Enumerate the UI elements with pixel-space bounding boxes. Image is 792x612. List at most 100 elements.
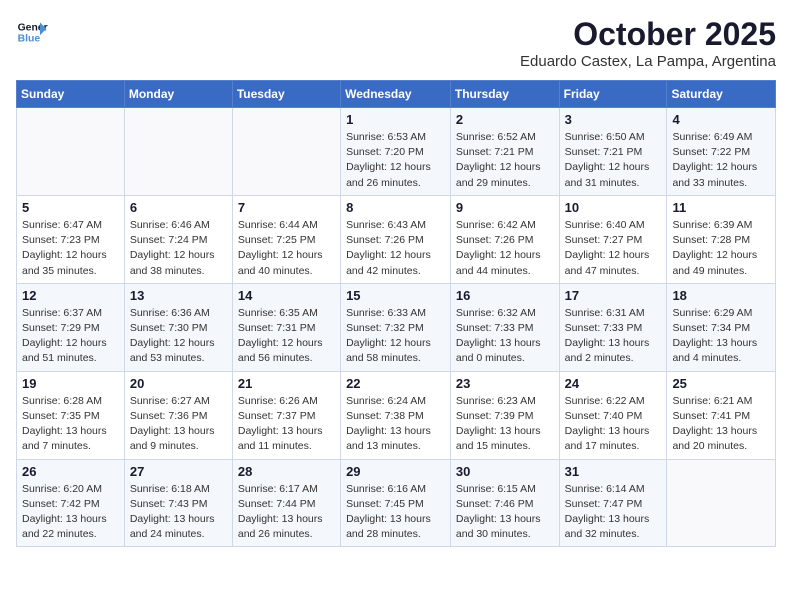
day-info: Sunrise: 6:23 AM Sunset: 7:39 PM Dayligh… bbox=[456, 394, 554, 455]
calendar-cell: 8 Sunrise: 6:43 AM Sunset: 7:26 PM Daylig… bbox=[341, 195, 451, 283]
day-info: Sunrise: 6:31 AM Sunset: 7:33 PM Dayligh… bbox=[565, 306, 662, 367]
calendar-cell: 26 Sunrise: 6:20 AM Sunset: 7:42 PM Dayli… bbox=[17, 459, 125, 547]
day-info: Sunrise: 6:40 AM Sunset: 7:27 PM Dayligh… bbox=[565, 218, 662, 279]
day-number: 29 bbox=[346, 464, 445, 479]
calendar-cell: 5 Sunrise: 6:47 AM Sunset: 7:23 PM Daylig… bbox=[17, 195, 125, 283]
calendar-cell bbox=[232, 108, 340, 196]
day-info: Sunrise: 6:18 AM Sunset: 7:43 PM Dayligh… bbox=[130, 482, 227, 543]
calendar-cell: 24 Sunrise: 6:22 AM Sunset: 7:40 PM Dayli… bbox=[559, 371, 667, 459]
day-number: 25 bbox=[672, 376, 770, 391]
day-number: 6 bbox=[130, 200, 227, 215]
calendar-cell: 7 Sunrise: 6:44 AM Sunset: 7:25 PM Daylig… bbox=[232, 195, 340, 283]
day-info: Sunrise: 6:32 AM Sunset: 7:33 PM Dayligh… bbox=[456, 306, 554, 367]
calendar-header-row: SundayMondayTuesdayWednesdayThursdayFrid… bbox=[17, 81, 776, 108]
day-info: Sunrise: 6:24 AM Sunset: 7:38 PM Dayligh… bbox=[346, 394, 445, 455]
day-number: 20 bbox=[130, 376, 227, 391]
calendar-cell: 17 Sunrise: 6:31 AM Sunset: 7:33 PM Dayli… bbox=[559, 283, 667, 371]
day-info: Sunrise: 6:21 AM Sunset: 7:41 PM Dayligh… bbox=[672, 394, 770, 455]
day-info: Sunrise: 6:36 AM Sunset: 7:30 PM Dayligh… bbox=[130, 306, 227, 367]
day-number: 5 bbox=[22, 200, 119, 215]
day-info: Sunrise: 6:17 AM Sunset: 7:44 PM Dayligh… bbox=[238, 482, 335, 543]
day-info: Sunrise: 6:42 AM Sunset: 7:26 PM Dayligh… bbox=[456, 218, 554, 279]
day-info: Sunrise: 6:47 AM Sunset: 7:23 PM Dayligh… bbox=[22, 218, 119, 279]
day-number: 18 bbox=[672, 288, 770, 303]
calendar-week-row: 1Sunrise: 6:53 AM Sunset: 7:20 PM Daylig… bbox=[17, 108, 776, 196]
day-info: Sunrise: 6:43 AM Sunset: 7:26 PM Dayligh… bbox=[346, 218, 445, 279]
calendar-cell: 20 Sunrise: 6:27 AM Sunset: 7:36 PM Dayli… bbox=[124, 371, 232, 459]
day-number: 7 bbox=[238, 200, 335, 215]
day-number: 12 bbox=[22, 288, 119, 303]
header-cell-friday: Friday bbox=[559, 81, 667, 108]
day-number: 23 bbox=[456, 376, 554, 391]
calendar-cell: 18 Sunrise: 6:29 AM Sunset: 7:34 PM Dayli… bbox=[667, 283, 776, 371]
calendar-cell: 14Sunrise: 6:35 AM Sunset: 7:31 PM Dayli… bbox=[232, 283, 340, 371]
calendar-cell bbox=[17, 108, 125, 196]
day-number: 8 bbox=[346, 200, 445, 215]
day-number: 22 bbox=[346, 376, 445, 391]
day-number: 31 bbox=[565, 464, 662, 479]
day-info: Sunrise: 6:50 AM Sunset: 7:21 PM Dayligh… bbox=[565, 130, 662, 191]
header-cell-sunday: Sunday bbox=[17, 81, 125, 108]
day-number: 3 bbox=[565, 112, 662, 127]
day-number: 27 bbox=[130, 464, 227, 479]
calendar-cell: 9 Sunrise: 6:42 AM Sunset: 7:26 PM Daylig… bbox=[450, 195, 559, 283]
day-info: Sunrise: 6:44 AM Sunset: 7:25 PM Dayligh… bbox=[238, 218, 335, 279]
day-number: 16 bbox=[456, 288, 554, 303]
calendar-cell: 27 Sunrise: 6:18 AM Sunset: 7:43 PM Dayli… bbox=[124, 459, 232, 547]
calendar-cell bbox=[124, 108, 232, 196]
day-number: 1 bbox=[346, 112, 445, 127]
day-info: Sunrise: 6:22 AM Sunset: 7:40 PM Dayligh… bbox=[565, 394, 662, 455]
day-number: 21 bbox=[238, 376, 335, 391]
day-info: Sunrise: 6:26 AM Sunset: 7:37 PM Dayligh… bbox=[238, 394, 335, 455]
day-number: 2 bbox=[456, 112, 554, 127]
calendar-cell bbox=[667, 459, 776, 547]
day-info: Sunrise: 6:49 AM Sunset: 7:22 PM Dayligh… bbox=[672, 130, 770, 191]
title-area: October 2025 Eduardo Castex, La Pampa, A… bbox=[520, 16, 776, 70]
day-info: Sunrise: 6:15 AM Sunset: 7:46 PM Dayligh… bbox=[456, 482, 554, 543]
header-cell-wednesday: Wednesday bbox=[341, 81, 451, 108]
calendar-cell: 19Sunrise: 6:28 AM Sunset: 7:35 PM Dayli… bbox=[17, 371, 125, 459]
calendar-week-row: 26 Sunrise: 6:20 AM Sunset: 7:42 PM Dayli… bbox=[17, 459, 776, 547]
calendar-cell: 22 Sunrise: 6:24 AM Sunset: 7:38 PM Dayli… bbox=[341, 371, 451, 459]
calendar-cell: 13Sunrise: 6:36 AM Sunset: 7:30 PM Dayli… bbox=[124, 283, 232, 371]
day-number: 28 bbox=[238, 464, 335, 479]
month-title: October 2025 bbox=[520, 16, 776, 53]
day-info: Sunrise: 6:27 AM Sunset: 7:36 PM Dayligh… bbox=[130, 394, 227, 455]
calendar-cell: 1Sunrise: 6:53 AM Sunset: 7:20 PM Daylig… bbox=[341, 108, 451, 196]
day-info: Sunrise: 6:46 AM Sunset: 7:24 PM Dayligh… bbox=[130, 218, 227, 279]
calendar-cell: 31Sunrise: 6:14 AM Sunset: 7:47 PM Dayli… bbox=[559, 459, 667, 547]
day-number: 17 bbox=[565, 288, 662, 303]
calendar-cell: 11 Sunrise: 6:39 AM Sunset: 7:28 PM Dayli… bbox=[667, 195, 776, 283]
logo-icon: General Blue bbox=[16, 16, 48, 48]
calendar-cell: 6 Sunrise: 6:46 AM Sunset: 7:24 PM Daylig… bbox=[124, 195, 232, 283]
calendar-cell: 10 Sunrise: 6:40 AM Sunset: 7:27 PM Dayli… bbox=[559, 195, 667, 283]
header: General Blue October 2025 Eduardo Castex… bbox=[16, 16, 776, 70]
location-title: Eduardo Castex, La Pampa, Argentina bbox=[520, 53, 776, 70]
calendar-cell: 21 Sunrise: 6:26 AM Sunset: 7:37 PM Dayli… bbox=[232, 371, 340, 459]
day-number: 9 bbox=[456, 200, 554, 215]
calendar-cell: 16 Sunrise: 6:32 AM Sunset: 7:33 PM Dayli… bbox=[450, 283, 559, 371]
day-info: Sunrise: 6:35 AM Sunset: 7:31 PM Dayligh… bbox=[238, 306, 335, 367]
day-number: 26 bbox=[22, 464, 119, 479]
day-info: Sunrise: 6:29 AM Sunset: 7:34 PM Dayligh… bbox=[672, 306, 770, 367]
day-number: 10 bbox=[565, 200, 662, 215]
calendar-cell: 15Sunrise: 6:33 AM Sunset: 7:32 PM Dayli… bbox=[341, 283, 451, 371]
calendar-cell: 4Sunrise: 6:49 AM Sunset: 7:22 PM Daylig… bbox=[667, 108, 776, 196]
calendar-cell: 23 Sunrise: 6:23 AM Sunset: 7:39 PM Dayli… bbox=[450, 371, 559, 459]
day-info: Sunrise: 6:20 AM Sunset: 7:42 PM Dayligh… bbox=[22, 482, 119, 543]
header-cell-thursday: Thursday bbox=[450, 81, 559, 108]
header-cell-saturday: Saturday bbox=[667, 81, 776, 108]
calendar-cell: 30Sunrise: 6:15 AM Sunset: 7:46 PM Dayli… bbox=[450, 459, 559, 547]
calendar-cell: 29Sunrise: 6:16 AM Sunset: 7:45 PM Dayli… bbox=[341, 459, 451, 547]
calendar-week-row: 12Sunrise: 6:37 AM Sunset: 7:29 PM Dayli… bbox=[17, 283, 776, 371]
day-number: 11 bbox=[672, 200, 770, 215]
calendar-table: SundayMondayTuesdayWednesdayThursdayFrid… bbox=[16, 80, 776, 547]
day-number: 19 bbox=[22, 376, 119, 391]
calendar-cell: 2Sunrise: 6:52 AM Sunset: 7:21 PM Daylig… bbox=[450, 108, 559, 196]
day-info: Sunrise: 6:39 AM Sunset: 7:28 PM Dayligh… bbox=[672, 218, 770, 279]
header-cell-tuesday: Tuesday bbox=[232, 81, 340, 108]
logo: General Blue bbox=[16, 16, 48, 48]
day-number: 24 bbox=[565, 376, 662, 391]
calendar-week-row: 19Sunrise: 6:28 AM Sunset: 7:35 PM Dayli… bbox=[17, 371, 776, 459]
svg-text:Blue: Blue bbox=[18, 34, 41, 45]
